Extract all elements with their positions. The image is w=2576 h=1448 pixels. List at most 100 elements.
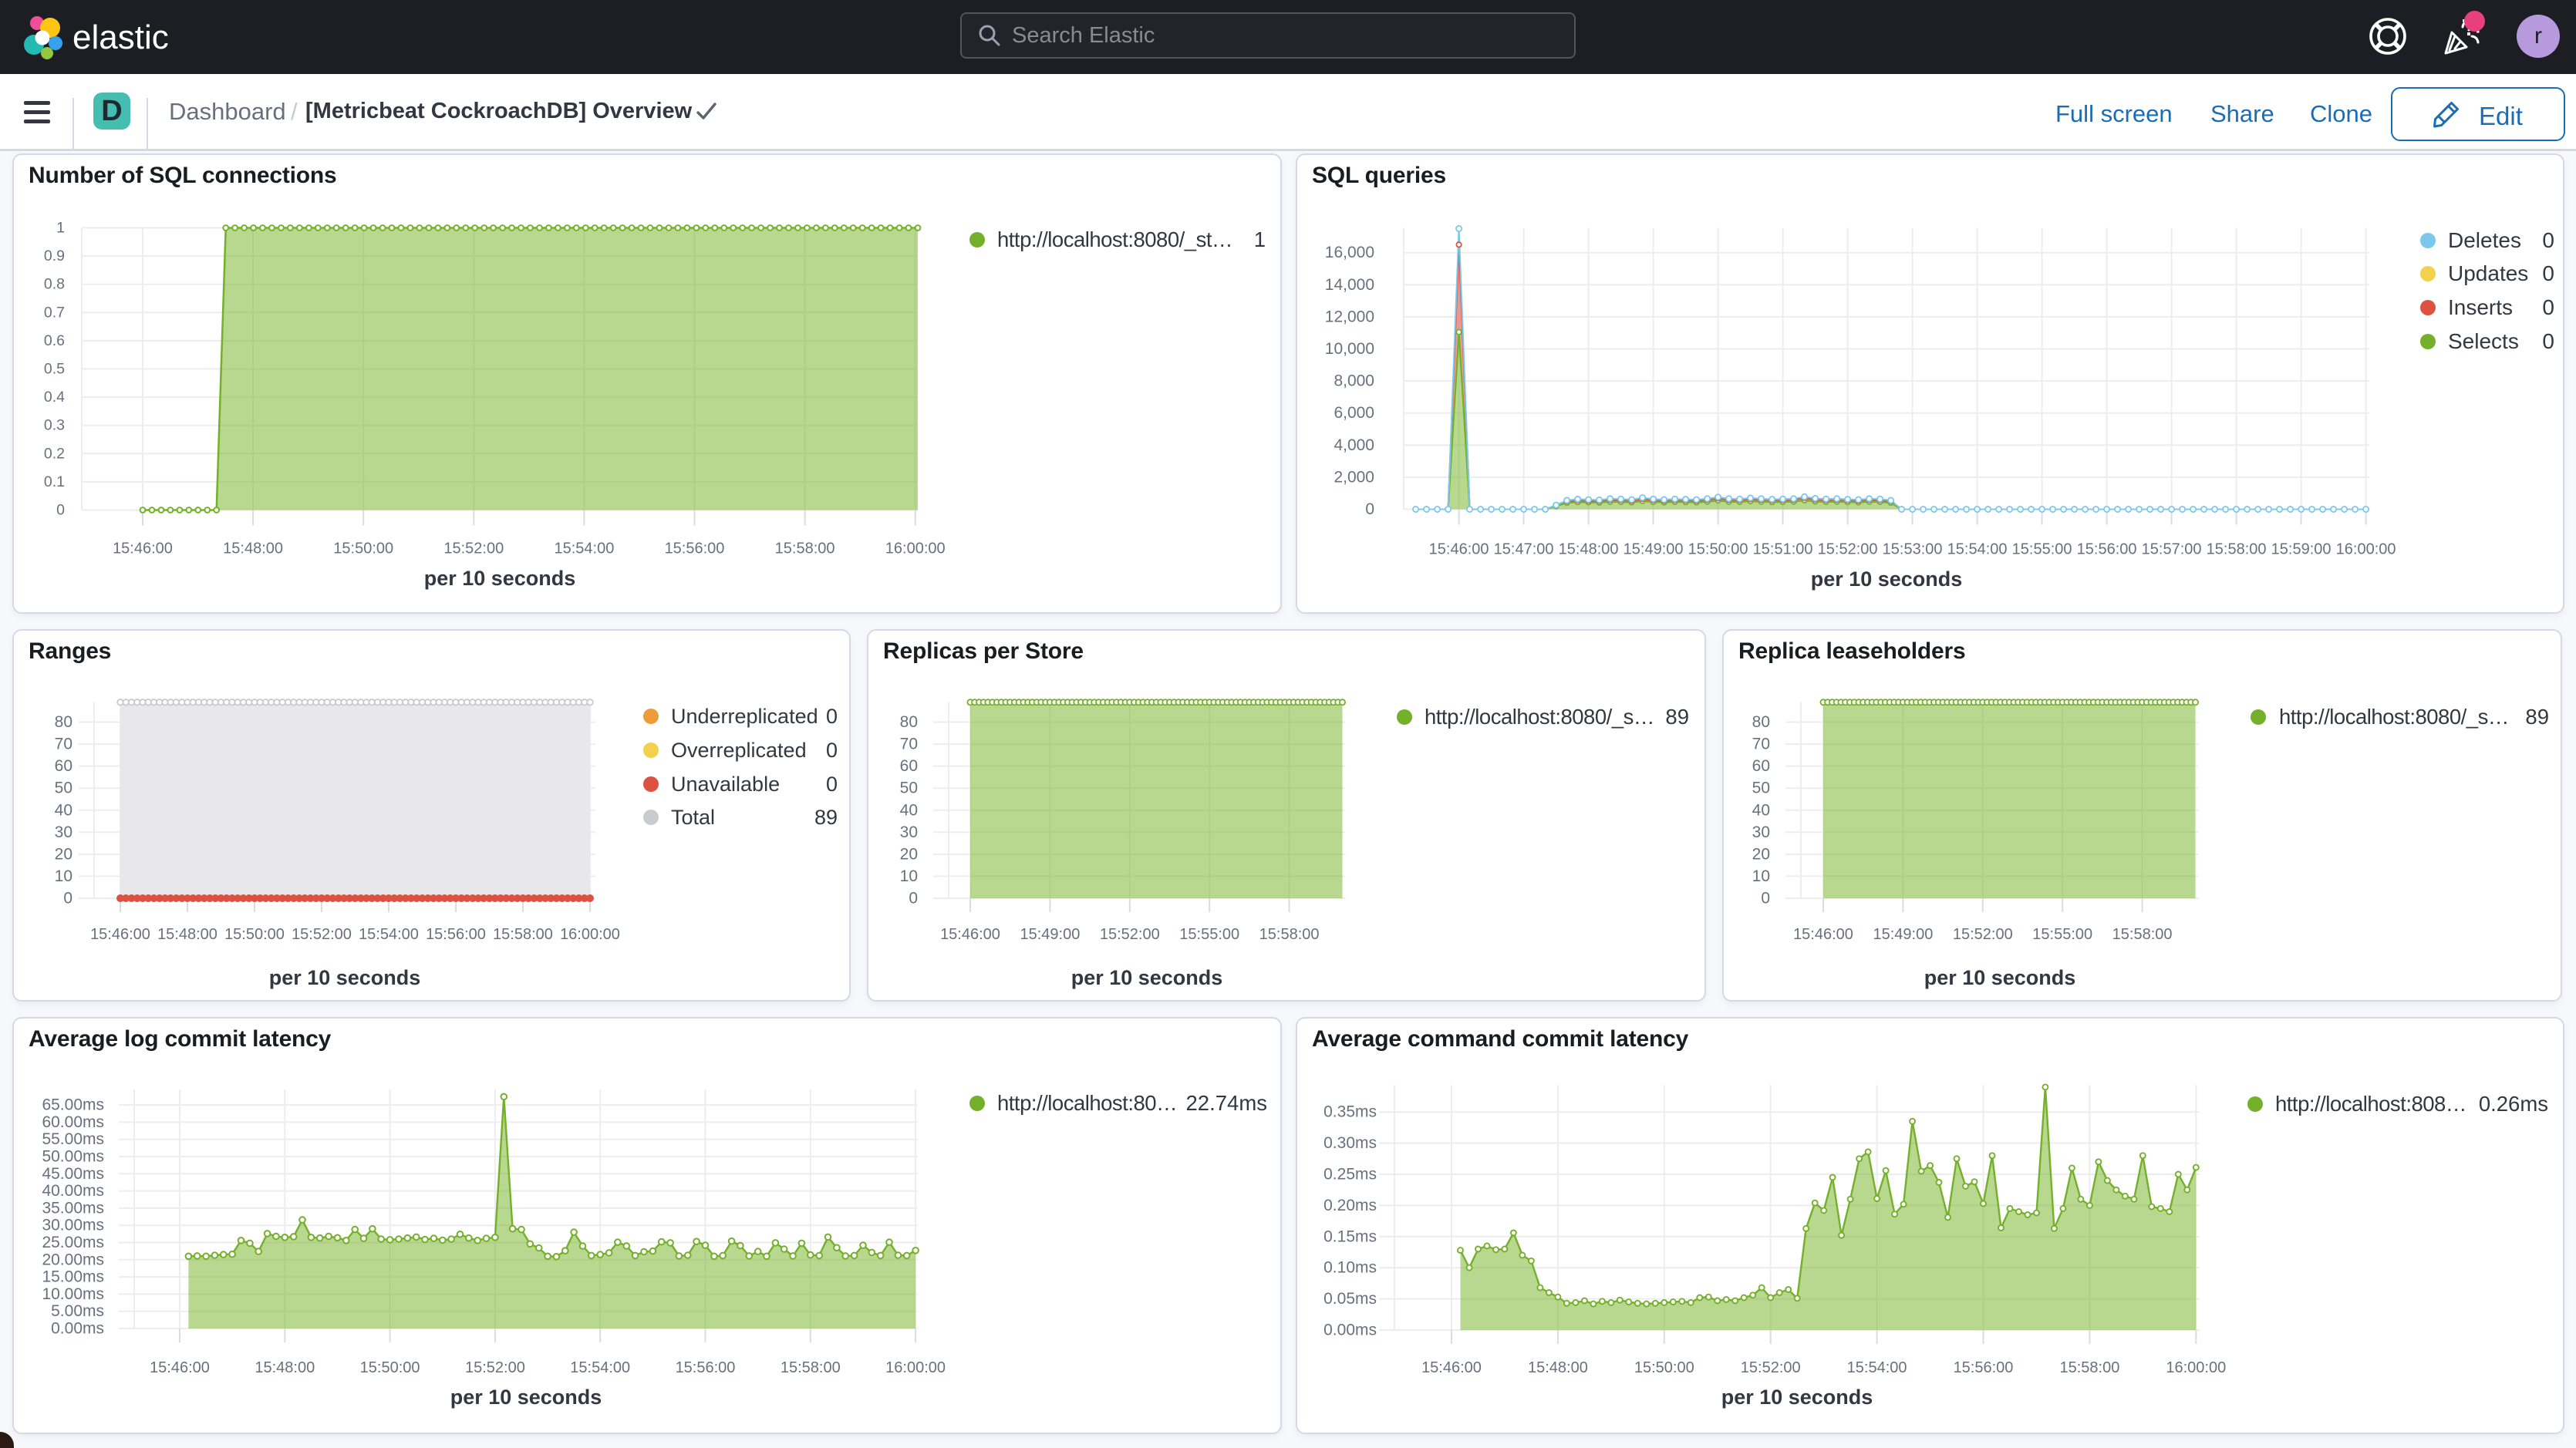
svg-text:15:47:00: 15:47:00 — [1494, 541, 1554, 558]
svg-text:10: 10 — [55, 867, 72, 885]
svg-text:15:56:00: 15:56:00 — [665, 540, 725, 557]
svg-text:10: 10 — [900, 867, 918, 885]
svg-text:15:46:00: 15:46:00 — [90, 926, 150, 943]
svg-text:16:00:00: 16:00:00 — [2336, 541, 2396, 558]
svg-text:15:56:00: 15:56:00 — [2077, 541, 2137, 558]
svg-text:15:55:00: 15:55:00 — [1179, 926, 1239, 943]
svg-text:15:58:00: 15:58:00 — [2059, 1359, 2119, 1376]
svg-text:15:54:00: 15:54:00 — [359, 926, 419, 943]
svg-text:per 10 seconds: per 10 seconds — [450, 1386, 602, 1409]
svg-text:0.4: 0.4 — [44, 389, 65, 406]
svg-text:15:52:00: 15:52:00 — [1818, 541, 1878, 558]
svg-text:15:52:00: 15:52:00 — [465, 1359, 525, 1376]
svg-text:15:50:00: 15:50:00 — [360, 1359, 420, 1376]
svg-text:15:52:00: 15:52:00 — [443, 540, 504, 557]
svg-text:55.00ms: 55.00ms — [42, 1130, 104, 1148]
svg-text:4,000: 4,000 — [1334, 436, 1374, 454]
svg-text:15:52:00: 15:52:00 — [292, 926, 352, 943]
svg-text:45.00ms: 45.00ms — [42, 1165, 104, 1183]
svg-text:1: 1 — [56, 220, 65, 237]
svg-text:70: 70 — [55, 736, 72, 753]
svg-text:0.8: 0.8 — [44, 276, 65, 293]
svg-text:15:58:00: 15:58:00 — [2207, 541, 2267, 558]
svg-text:15:58:00: 15:58:00 — [1259, 926, 1320, 943]
svg-text:50.00ms: 50.00ms — [42, 1148, 104, 1166]
svg-text:per 10 seconds: per 10 seconds — [424, 567, 576, 590]
svg-text:65.00ms: 65.00ms — [42, 1096, 104, 1114]
svg-text:15:54:00: 15:54:00 — [1847, 1359, 1907, 1376]
svg-text:0.00ms: 0.00ms — [51, 1320, 104, 1338]
svg-text:30: 30 — [1752, 823, 1770, 841]
svg-text:0.1: 0.1 — [44, 473, 65, 490]
svg-text:15:51:00: 15:51:00 — [1753, 541, 1813, 558]
svg-text:per 10 seconds: per 10 seconds — [1071, 966, 1223, 989]
svg-text:15:49:00: 15:49:00 — [1873, 926, 1933, 943]
svg-text:20.00ms: 20.00ms — [42, 1251, 104, 1268]
svg-text:0.9: 0.9 — [44, 248, 65, 264]
svg-text:15:46:00: 15:46:00 — [113, 540, 173, 557]
svg-text:60: 60 — [900, 757, 918, 775]
svg-text:10,000: 10,000 — [1325, 340, 1374, 358]
svg-text:15:54:00: 15:54:00 — [1947, 541, 2008, 558]
svg-text:15:48:00: 15:48:00 — [1528, 1359, 1588, 1376]
svg-text:0.25ms: 0.25ms — [1323, 1166, 1377, 1184]
svg-text:15:46:00: 15:46:00 — [1793, 926, 1853, 943]
svg-text:16:00:00: 16:00:00 — [885, 540, 946, 557]
svg-text:40: 40 — [1752, 801, 1770, 819]
svg-text:60: 60 — [55, 757, 72, 775]
svg-text:35.00ms: 35.00ms — [42, 1199, 104, 1217]
svg-text:10.00ms: 10.00ms — [42, 1285, 104, 1303]
svg-text:15:55:00: 15:55:00 — [2012, 541, 2072, 558]
svg-text:16:00:00: 16:00:00 — [885, 1359, 946, 1376]
svg-text:15:50:00: 15:50:00 — [333, 540, 393, 557]
svg-text:70: 70 — [900, 736, 918, 753]
svg-text:8,000: 8,000 — [1334, 372, 1374, 390]
svg-text:20: 20 — [1752, 845, 1770, 863]
svg-text:15:46:00: 15:46:00 — [940, 926, 1000, 943]
svg-text:15:46:00: 15:46:00 — [1429, 541, 1489, 558]
svg-text:per 10 seconds: per 10 seconds — [269, 966, 421, 989]
svg-text:0.6: 0.6 — [44, 332, 65, 349]
svg-text:per 10 seconds: per 10 seconds — [1924, 966, 2076, 989]
svg-text:15:48:00: 15:48:00 — [1559, 541, 1619, 558]
svg-text:0.10ms: 0.10ms — [1323, 1259, 1377, 1277]
svg-text:15:52:00: 15:52:00 — [1741, 1359, 1801, 1376]
svg-text:15:48:00: 15:48:00 — [223, 540, 283, 557]
svg-text:80: 80 — [1752, 713, 1770, 731]
svg-text:5.00ms: 5.00ms — [51, 1302, 104, 1320]
svg-text:0.30ms: 0.30ms — [1323, 1134, 1377, 1152]
svg-text:0: 0 — [56, 502, 65, 519]
svg-text:15:50:00: 15:50:00 — [224, 926, 285, 943]
svg-text:2,000: 2,000 — [1334, 468, 1374, 486]
svg-text:0.15ms: 0.15ms — [1323, 1227, 1377, 1245]
svg-text:20: 20 — [55, 845, 72, 863]
svg-text:40: 40 — [55, 801, 72, 819]
svg-text:60: 60 — [1752, 757, 1770, 775]
svg-text:16:00:00: 16:00:00 — [2166, 1359, 2226, 1376]
svg-text:0.00ms: 0.00ms — [1323, 1322, 1377, 1339]
svg-text:15:55:00: 15:55:00 — [2032, 926, 2092, 943]
svg-text:10: 10 — [1752, 867, 1770, 885]
svg-text:0: 0 — [1761, 890, 1770, 908]
svg-text:15:50:00: 15:50:00 — [1634, 1359, 1694, 1376]
svg-text:16,000: 16,000 — [1325, 244, 1374, 261]
svg-text:15:48:00: 15:48:00 — [157, 926, 217, 943]
svg-text:40: 40 — [900, 801, 918, 819]
svg-text:15:53:00: 15:53:00 — [1883, 541, 1943, 558]
svg-text:30: 30 — [55, 823, 72, 841]
svg-text:0: 0 — [909, 890, 918, 908]
svg-text:15:58:00: 15:58:00 — [775, 540, 835, 557]
svg-text:15:48:00: 15:48:00 — [255, 1359, 315, 1376]
svg-text:0.35ms: 0.35ms — [1323, 1103, 1377, 1121]
svg-text:50: 50 — [1752, 780, 1770, 797]
svg-text:0: 0 — [63, 890, 72, 908]
svg-text:0.5: 0.5 — [44, 361, 65, 378]
svg-text:per 10 seconds: per 10 seconds — [1721, 1386, 1873, 1409]
svg-text:15:52:00: 15:52:00 — [1100, 926, 1160, 943]
svg-text:0.2: 0.2 — [44, 445, 65, 462]
svg-text:15:58:00: 15:58:00 — [781, 1359, 841, 1376]
svg-text:20: 20 — [900, 845, 918, 863]
svg-text:15:58:00: 15:58:00 — [493, 926, 553, 943]
svg-text:15:56:00: 15:56:00 — [426, 926, 486, 943]
svg-text:15:58:00: 15:58:00 — [2112, 926, 2173, 943]
